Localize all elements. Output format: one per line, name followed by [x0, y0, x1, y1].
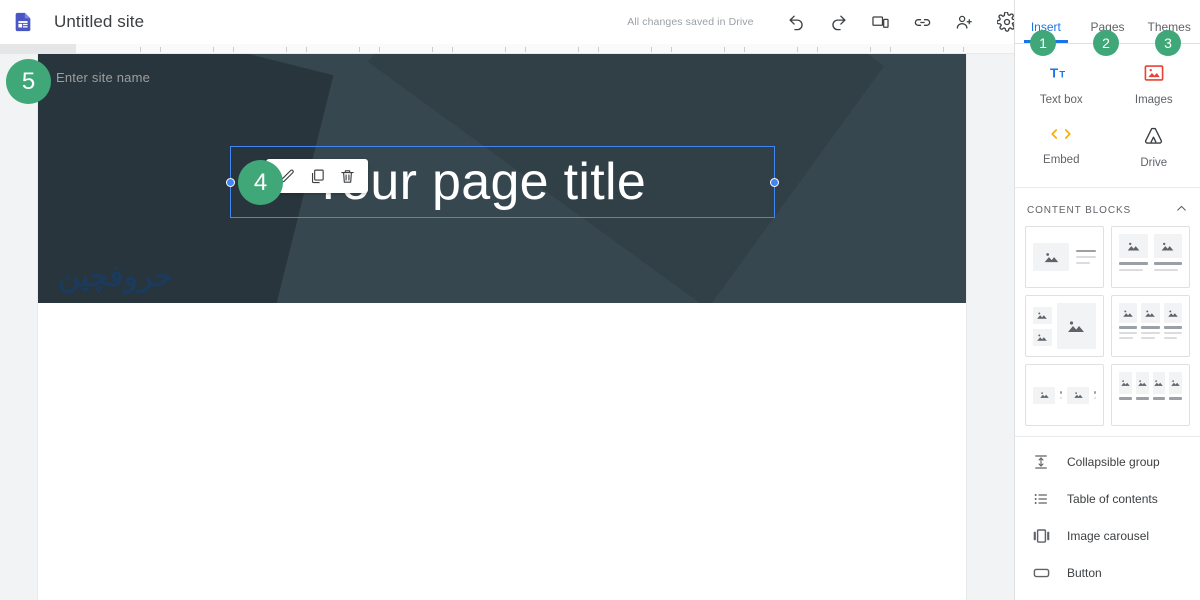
site-page: Enter site name Your page title حروفچین — [38, 54, 966, 600]
insert-drive-label: Drive — [1140, 157, 1168, 169]
insert-widgets-list: Collapsible group Table of contents Imag… — [1015, 436, 1200, 591]
annotation-badge-2: 2 — [1093, 30, 1119, 56]
embed-icon — [1049, 126, 1073, 145]
content-blocks-label: CONTENT BLOCKS — [1027, 204, 1132, 216]
images-icon — [1144, 64, 1164, 85]
block-image-left-text-right[interactable] — [1025, 226, 1104, 288]
image-carousel-icon — [1031, 528, 1051, 544]
google-sites-icon — [10, 9, 36, 35]
insert-table-of-contents-label: Table of contents — [1067, 491, 1158, 506]
insert-collapsible-group-label: Collapsible group — [1067, 454, 1160, 469]
block-two-image-text-columns[interactable] — [1111, 226, 1190, 288]
annotation-badge-3: 3 — [1155, 30, 1181, 56]
page-banner[interactable]: Enter site name Your page title — [38, 54, 966, 303]
document-title[interactable]: Untitled site — [54, 12, 144, 32]
chevron-up-icon[interactable] — [1175, 202, 1188, 218]
text-box-icon: T T — [1050, 64, 1072, 85]
redo-button[interactable] — [824, 7, 854, 37]
save-status-text: All changes saved in Drive — [627, 16, 754, 28]
insert-image-carousel-label: Image carousel — [1067, 528, 1150, 543]
insert-image-carousel[interactable]: Image carousel — [1015, 517, 1200, 554]
insert-embed-label: Embed — [1043, 154, 1080, 166]
preview-button[interactable] — [866, 7, 896, 37]
annotation-badge-5: 5 — [6, 59, 51, 104]
ruler-margin-shade — [0, 44, 76, 54]
table-of-contents-icon — [1031, 491, 1051, 507]
content-blocks-header[interactable]: CONTENT BLOCKS — [1015, 188, 1200, 226]
block-two-inline-image-text[interactable] — [1025, 364, 1104, 426]
insert-text-box[interactable]: T T Text box — [1015, 56, 1108, 118]
undo-button[interactable] — [782, 7, 812, 37]
insert-table-of-contents[interactable]: Table of contents — [1015, 480, 1200, 517]
insert-button-label: Button — [1067, 565, 1102, 580]
editor-canvas: Enter site name Your page title حروفچین — [0, 54, 1014, 600]
button-icon — [1031, 566, 1051, 580]
content-blocks-grid — [1015, 226, 1200, 436]
svg-text:T: T — [1060, 69, 1066, 80]
insert-drive[interactable]: Drive — [1108, 118, 1200, 181]
insert-panel: Insert Pages Themes T T Text box Images … — [1014, 0, 1200, 600]
insert-collapsible-group[interactable]: Collapsible group — [1015, 443, 1200, 480]
duplicate-icon[interactable] — [302, 161, 332, 191]
svg-text:T: T — [1050, 66, 1058, 81]
insert-button[interactable]: Button — [1015, 554, 1200, 591]
insert-images-label: Images — [1134, 94, 1173, 106]
horizontal-ruler — [0, 44, 1014, 54]
copy-link-button[interactable] — [908, 7, 938, 37]
insert-options-grid: T T Text box Images Embed Drive — [1015, 44, 1200, 188]
block-three-image-text-columns[interactable] — [1111, 295, 1190, 357]
share-button[interactable] — [950, 7, 980, 37]
google-sites-editor: Untitled site All changes saved in Drive — [0, 0, 1200, 600]
insert-embed[interactable]: Embed — [1015, 118, 1108, 181]
resize-handle-left[interactable] — [226, 177, 235, 187]
delete-icon[interactable] — [332, 161, 362, 191]
site-name-input[interactable]: Enter site name — [56, 70, 150, 85]
resize-handle-right[interactable] — [770, 177, 779, 187]
annotation-badge-4: 4 — [238, 160, 283, 205]
insert-text-box-label: Text box — [1039, 94, 1083, 106]
watermark-logo: حروفچین — [58, 260, 174, 293]
collapsible-group-icon — [1031, 454, 1051, 470]
block-four-image-columns[interactable] — [1111, 364, 1190, 426]
insert-images[interactable]: Images — [1108, 56, 1200, 118]
annotation-badge-1: 1 — [1030, 30, 1056, 56]
block-two-small-one-large-image[interactable] — [1025, 295, 1104, 357]
drive-icon — [1143, 126, 1164, 148]
